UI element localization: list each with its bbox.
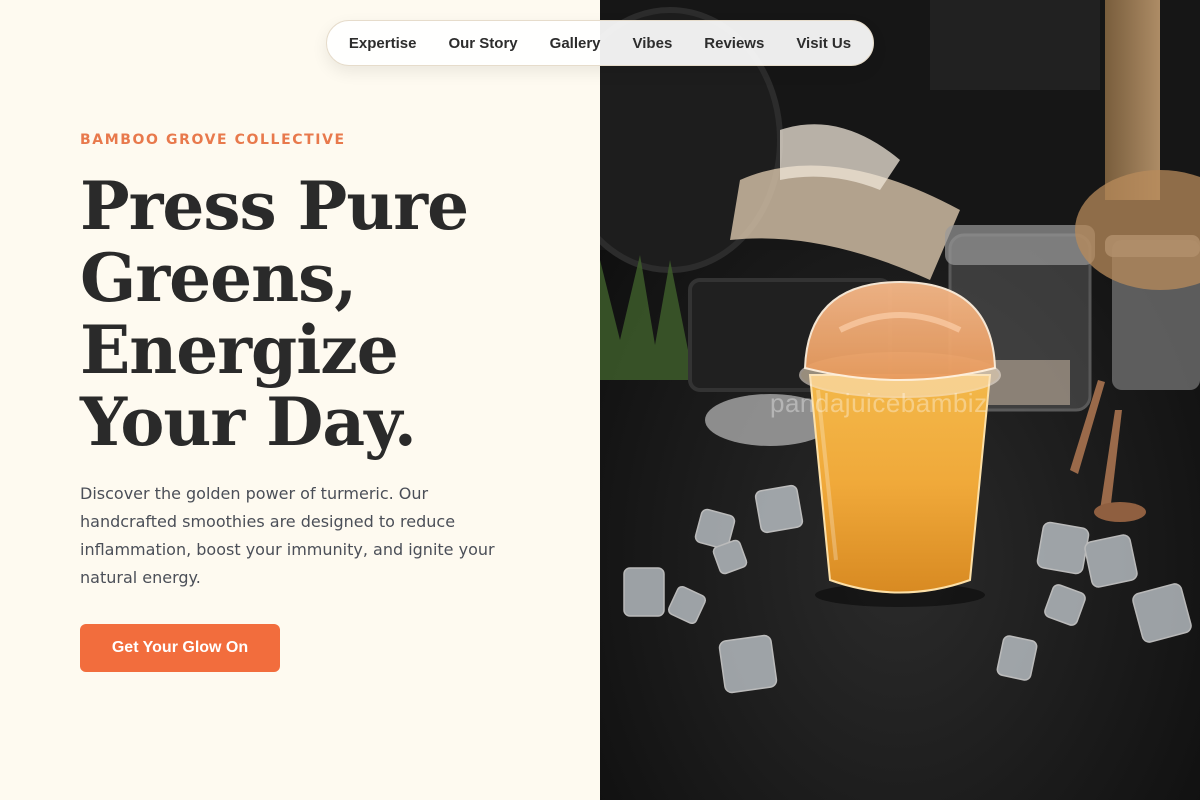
headline-line-4: Your Day. — [80, 383, 417, 461]
photo-watermark: pandajuicebambiz — [770, 388, 988, 418]
hero-text-panel: BAMBOO GROVE COLLECTIVE Press Pure Green… — [0, 0, 600, 800]
nav-item-expertise[interactable]: Expertise — [349, 35, 417, 52]
nav-item-gallery[interactable]: Gallery — [550, 35, 601, 52]
headline-line-3: Energize — [80, 311, 399, 389]
hero-description: Discover the golden power of turmeric. O… — [80, 484, 495, 587]
headline-line-2: Greens, — [80, 239, 357, 317]
headline-line-1: Press Pure — [80, 167, 469, 245]
main-navigation: Expertise Our Story Gallery Vibes Review… — [326, 20, 874, 66]
brand-eyebrow: BAMBOO GROVE COLLECTIVE — [80, 132, 346, 148]
get-your-glow-on-button[interactable]: Get Your Glow On — [80, 624, 280, 672]
nav-item-visit-us[interactable]: Visit Us — [796, 35, 851, 52]
hero-headline: Press Pure Greens, Energize Your Day. — [80, 170, 560, 458]
nav-item-reviews[interactable]: Reviews — [704, 35, 764, 52]
nav-item-our-story[interactable]: Our Story — [448, 35, 517, 52]
nav-item-vibes[interactable]: Vibes — [633, 35, 673, 52]
hero-photo: pandajuicebambiz — [600, 0, 1200, 800]
